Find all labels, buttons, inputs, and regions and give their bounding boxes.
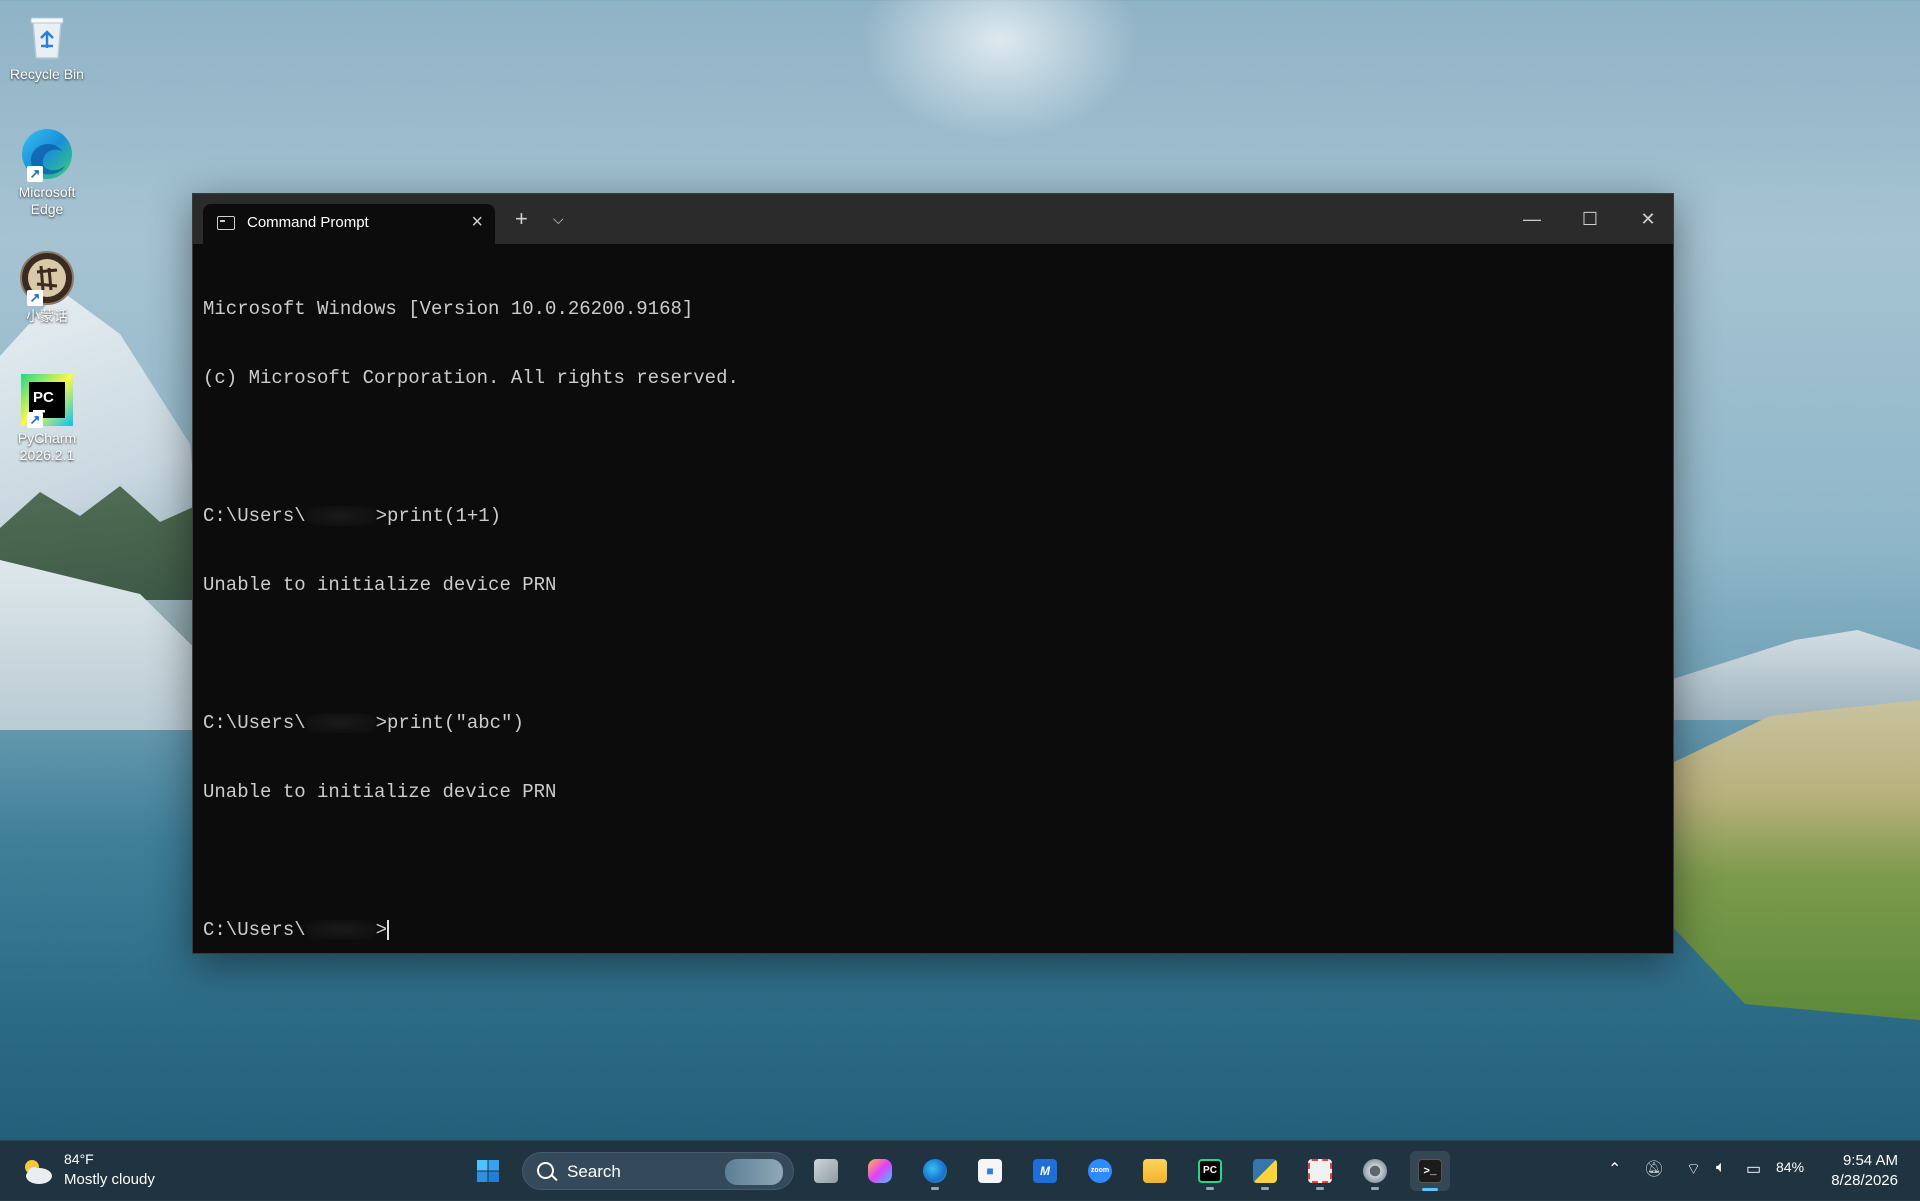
- partly-cloudy-icon: [25, 1160, 52, 1184]
- search-label: Search: [567, 1162, 621, 1181]
- console-prompt-line[interactable]: C:\Users\ >: [203, 919, 1663, 942]
- desktop-icon-label: PyCharm 2026.2.1: [17, 430, 77, 463]
- prompt-command: >print("abc"): [375, 712, 524, 734]
- search-icon: [537, 1162, 554, 1179]
- close-button[interactable]: ✕: [1625, 204, 1671, 234]
- taskbar-file-explorer[interactable]: [1135, 1151, 1175, 1191]
- wallpaper-sun-glow: [860, 0, 1140, 140]
- console-prompt-line: C:\Users\ >print(1+1): [203, 505, 1663, 528]
- terminal-icon: >_: [1418, 1159, 1442, 1183]
- taskbar: 84°F Mostly cloudy Search ■ M zoom PC >_…: [0, 1140, 1920, 1201]
- taskbar-app-m[interactable]: M: [1025, 1151, 1065, 1191]
- search-highlight-image: [725, 1159, 783, 1185]
- volume-icon[interactable]: 🔈︎: [1716, 1159, 1726, 1177]
- shortcut-arrow-icon: ↗: [27, 290, 43, 306]
- prompt-command: >: [375, 919, 388, 941]
- title-bar[interactable]: Command Prompt × + ⌵ — ☐ ✕: [193, 194, 1673, 244]
- console-line: Microsoft Windows [Version 10.0.26200.91…: [203, 298, 694, 320]
- shortcut-arrow-icon: ↗: [27, 412, 43, 428]
- taskbar-snipping-tool[interactable]: [1300, 1151, 1340, 1191]
- desktop-icon-pycharm[interactable]: PC ↗ PyCharm 2026.2.1: [6, 372, 88, 464]
- notifications-off-icon[interactable]: 🔕︎: [1644, 1159, 1664, 1179]
- battery-percent: 84%: [1776, 1159, 1805, 1175]
- prompt-path: C:\Users\: [203, 505, 306, 527]
- pycharm-icon: PC: [1198, 1159, 1222, 1183]
- gear-icon: [1363, 1159, 1387, 1183]
- weather-temperature: 84°F: [64, 1151, 94, 1167]
- terminal-window: Command Prompt × + ⌵ — ☐ ✕ Microsoft Win…: [192, 193, 1674, 954]
- wallpaper-grass-field: [1670, 700, 1920, 1020]
- task-view-icon: [814, 1159, 838, 1183]
- task-view-button[interactable]: [806, 1151, 846, 1191]
- clock-date: 8/28/2026: [1831, 1172, 1898, 1189]
- edge-icon: ↗: [19, 126, 75, 182]
- tab-command-prompt[interactable]: Command Prompt ×: [203, 204, 495, 244]
- taskbar-search-box[interactable]: Search: [522, 1152, 794, 1190]
- maximize-button[interactable]: ☐: [1567, 204, 1613, 234]
- chevron-up-icon[interactable]: ⌃: [1608, 1159, 1621, 1179]
- active-indicator: [1422, 1188, 1438, 1191]
- running-indicator: [1371, 1187, 1379, 1190]
- taskbar-zoom[interactable]: zoom: [1080, 1151, 1120, 1191]
- taskbar-python-shell[interactable]: [1245, 1151, 1285, 1191]
- desktop-icon-xiaomenghua[interactable]: ↗ 小蒙话: [6, 250, 88, 325]
- taskbar-pycharm[interactable]: PC: [1190, 1151, 1230, 1191]
- running-indicator: [1316, 1187, 1324, 1190]
- shortcut-arrow-icon: ↗: [27, 166, 43, 182]
- recycle-bin-icon: [19, 8, 75, 64]
- desktop-icon-edge[interactable]: ↗ Microsoft Edge: [6, 126, 88, 218]
- console-line: (c) Microsoft Corporation. All rights re…: [203, 367, 739, 389]
- copilot-icon: [868, 1159, 892, 1183]
- edge-icon: [923, 1159, 947, 1183]
- battery-icon[interactable]: ▭: [1746, 1159, 1761, 1179]
- console-output[interactable]: Microsoft Windows [Version 10.0.26200.91…: [203, 252, 1663, 943]
- desktop-icon-recycle-bin[interactable]: Recycle Bin: [6, 8, 88, 83]
- taskbar-terminal[interactable]: >_: [1410, 1151, 1450, 1191]
- clock-time: 9:54 AM: [1842, 1152, 1898, 1169]
- new-tab-button[interactable]: +: [515, 208, 528, 230]
- taskbar-copilot[interactable]: [860, 1151, 900, 1191]
- prompt-path: C:\Users\: [203, 712, 306, 734]
- prompt-command: >print(1+1): [375, 505, 502, 527]
- tab-title: Command Prompt: [247, 214, 369, 231]
- console-prompt-line: C:\Users\ >print("abc"): [203, 712, 1663, 735]
- taskbar-settings[interactable]: [1355, 1151, 1395, 1191]
- redacted-username: [305, 505, 376, 526]
- folder-icon: [1143, 1159, 1167, 1183]
- console-line: Unable to initialize device PRN: [203, 574, 557, 596]
- tab-close-icon[interactable]: ×: [471, 210, 483, 234]
- running-indicator: [1261, 1187, 1269, 1190]
- desktop-icon-label: Microsoft Edge: [18, 184, 76, 217]
- weather-description: Mostly cloudy: [64, 1171, 155, 1188]
- start-button[interactable]: [468, 1151, 508, 1191]
- prompt-path: C:\Users\: [203, 919, 306, 941]
- desktop-icon-label: 小蒙话: [26, 308, 68, 324]
- pycharm-icon: PC ↗: [19, 372, 75, 428]
- command-prompt-icon: [217, 216, 235, 230]
- zoom-icon: zoom: [1088, 1159, 1112, 1183]
- svg-text:PC: PC: [33, 389, 54, 406]
- running-indicator: [1206, 1187, 1214, 1190]
- wifi-icon[interactable]: ⌔: [1686, 1159, 1701, 1179]
- desktop-icon-label: Recycle Bin: [10, 66, 84, 82]
- store-icon: ■: [978, 1159, 1002, 1183]
- text-cursor: [387, 919, 390, 940]
- running-indicator: [931, 1187, 939, 1190]
- taskbar-store[interactable]: ■: [970, 1151, 1010, 1191]
- snipping-icon: [1308, 1159, 1332, 1183]
- python-icon: [1253, 1159, 1277, 1183]
- minimize-button[interactable]: —: [1509, 204, 1555, 234]
- taskbar-edge[interactable]: [915, 1151, 955, 1191]
- redacted-username: [305, 712, 376, 733]
- clock[interactable]: 9:54 AM 8/28/2026: [1831, 1151, 1898, 1191]
- console-line: Unable to initialize device PRN: [203, 781, 557, 803]
- redacted-username: [305, 919, 376, 940]
- chevron-down-icon[interactable]: ⌵: [553, 208, 564, 230]
- windows-logo-icon: [477, 1160, 499, 1182]
- app-m-icon: M: [1033, 1159, 1057, 1183]
- game-app-icon: ↗: [19, 250, 75, 306]
